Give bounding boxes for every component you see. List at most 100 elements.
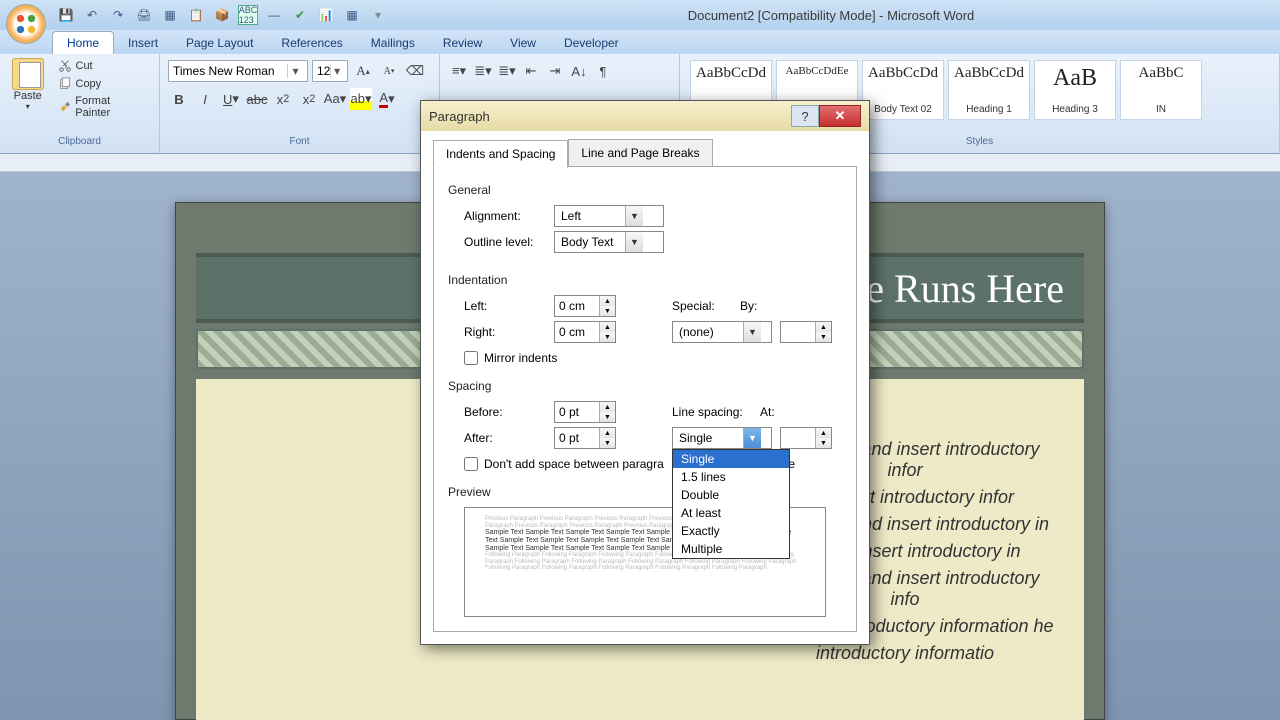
multilevel-button[interactable]: ≣▾	[496, 60, 518, 82]
dropdown-option[interactable]: Single	[673, 450, 789, 468]
numbering-button[interactable]: ≣▾	[472, 60, 494, 82]
line-spacing-dropdown: Single 1.5 lines Double At least Exactly…	[672, 449, 790, 559]
line-spacing-combo[interactable]: Single▼ Single 1.5 lines Double At least…	[672, 427, 772, 449]
style-item[interactable]: AaBbCIN	[1120, 60, 1202, 120]
style-item[interactable]: AaBbCcDdHeading 1	[948, 60, 1030, 120]
spin-up-icon[interactable]: ▲	[815, 322, 831, 332]
indent-right-spin[interactable]: ▲▼	[554, 321, 616, 343]
spin-up-icon[interactable]: ▲	[599, 296, 615, 306]
before-spin[interactable]: ▲▼	[554, 401, 616, 423]
italic-button[interactable]: I	[194, 88, 216, 110]
before-value[interactable]	[555, 405, 599, 419]
tab-line-page-breaks[interactable]: Line and Page Breaks	[568, 139, 712, 167]
font-size-combo[interactable]: 12▾	[312, 60, 348, 82]
underline-button[interactable]: U▾	[220, 88, 242, 110]
by-spin[interactable]: ▲▼	[780, 321, 832, 343]
format-painter-button[interactable]: Format Painter	[54, 94, 152, 120]
office-button[interactable]	[6, 4, 46, 44]
spin-up-icon[interactable]: ▲	[599, 428, 615, 438]
box-icon[interactable]: 📦	[212, 5, 232, 25]
mirror-indents-check[interactable]: Mirror indents	[464, 351, 842, 365]
style-item[interactable]: AaBbCcDdBody Text 02	[862, 60, 944, 120]
indent-left-spin[interactable]: ▲▼	[554, 295, 616, 317]
after-value[interactable]	[555, 431, 599, 445]
grid-icon[interactable]: ▦	[342, 5, 362, 25]
spin-down-icon[interactable]: ▼	[599, 412, 615, 422]
tab-view[interactable]: View	[496, 32, 550, 54]
section-general: General	[448, 183, 842, 197]
copy-icon	[58, 77, 72, 91]
strike-button[interactable]: abc	[246, 88, 268, 110]
tab-review[interactable]: Review	[429, 32, 496, 54]
sort-button[interactable]: A↓	[568, 60, 590, 82]
dialog-title: Paragraph	[429, 109, 490, 124]
tab-home[interactable]: Home	[52, 31, 114, 54]
close-button[interactable]: ✕	[819, 105, 861, 127]
font-size-value: 12	[317, 64, 330, 78]
section-spacing: Spacing	[448, 379, 842, 393]
tab-developer[interactable]: Developer	[550, 32, 633, 54]
redo-icon[interactable]: ↷	[108, 5, 128, 25]
increase-indent-button[interactable]: ⇥	[544, 60, 566, 82]
paste-button[interactable]: Paste ▾	[8, 58, 48, 134]
print-icon[interactable]: 🖨	[134, 5, 154, 25]
dialog-titlebar[interactable]: Paragraph ? ✕	[421, 101, 869, 131]
help-button[interactable]: ?	[791, 105, 819, 127]
highlight-button[interactable]: ab▾	[350, 88, 372, 110]
save-icon[interactable]: 💾	[56, 5, 76, 25]
superscript-button[interactable]: x2	[298, 88, 320, 110]
dropdown-option[interactable]: Exactly	[673, 522, 789, 540]
copy-icon[interactable]: 📋	[186, 5, 206, 25]
preview-icon[interactable]: ▦	[160, 5, 180, 25]
undo-icon[interactable]: ↶	[82, 5, 102, 25]
at-spin[interactable]: ▲▼	[780, 427, 832, 449]
copy-button[interactable]: Copy	[54, 76, 152, 92]
after-spin[interactable]: ▲▼	[554, 427, 616, 449]
grow-font-button[interactable]: A▴	[352, 60, 374, 82]
clear-formatting-button[interactable]: ⌫	[404, 60, 426, 82]
special-combo[interactable]: (none)▼	[672, 321, 772, 343]
tab-insert[interactable]: Insert	[114, 32, 172, 54]
spin-up-icon[interactable]: ▲	[599, 402, 615, 412]
bullets-button[interactable]: ≡▾	[448, 60, 470, 82]
style-item[interactable]: AaBHeading 3	[1034, 60, 1116, 120]
spin-down-icon[interactable]: ▼	[599, 438, 615, 448]
spin-up-icon[interactable]: ▲	[599, 322, 615, 332]
indent-right-value[interactable]	[555, 325, 599, 339]
dropdown-option[interactable]: Double	[673, 486, 789, 504]
shrink-font-button[interactable]: A▾	[378, 60, 400, 82]
spellcheck-icon[interactable]: ABC123	[238, 5, 258, 25]
chart-icon[interactable]: 📊	[316, 5, 336, 25]
bold-button[interactable]: B	[168, 88, 190, 110]
font-name-combo[interactable]: Times New Roman▾	[168, 60, 308, 82]
alignment-combo[interactable]: Left▼	[554, 205, 664, 227]
spin-up-icon[interactable]: ▲	[815, 428, 831, 438]
outline-combo[interactable]: Body Text▼	[554, 231, 664, 253]
chevron-down-icon: ▾	[26, 102, 30, 111]
at-value[interactable]	[781, 431, 815, 445]
tab-mailings[interactable]: Mailings	[357, 32, 429, 54]
font-color-button[interactable]: A▾	[376, 88, 398, 110]
checkbox[interactable]	[464, 457, 478, 471]
spin-down-icon[interactable]: ▼	[599, 332, 615, 342]
dropdown-option[interactable]: At least	[673, 504, 789, 522]
dropdown-option[interactable]: 1.5 lines	[673, 468, 789, 486]
cut-button[interactable]: Cut	[54, 58, 152, 74]
spin-down-icon[interactable]: ▼	[815, 438, 831, 448]
decrease-indent-button[interactable]: ⇤	[520, 60, 542, 82]
tab-page-layout[interactable]: Page Layout	[172, 32, 267, 54]
doc-line[interactable]: introductory informatio	[756, 643, 1054, 664]
spin-down-icon[interactable]: ▼	[815, 332, 831, 342]
tab-indents-spacing[interactable]: Indents and Spacing	[433, 140, 568, 168]
spin-down-icon[interactable]: ▼	[599, 306, 615, 316]
indent-left-value[interactable]	[555, 299, 599, 313]
show-marks-button[interactable]: ¶	[592, 60, 614, 82]
tab-references[interactable]: References	[267, 32, 356, 54]
checkbox[interactable]	[464, 351, 478, 365]
dropdown-option[interactable]: Multiple	[673, 540, 789, 558]
subscript-button[interactable]: x2	[272, 88, 294, 110]
change-case-button[interactable]: Aa▾	[324, 88, 346, 110]
by-value[interactable]	[781, 325, 815, 339]
qat-more-icon[interactable]: ▾	[368, 5, 388, 25]
check-icon[interactable]: ✔	[290, 5, 310, 25]
